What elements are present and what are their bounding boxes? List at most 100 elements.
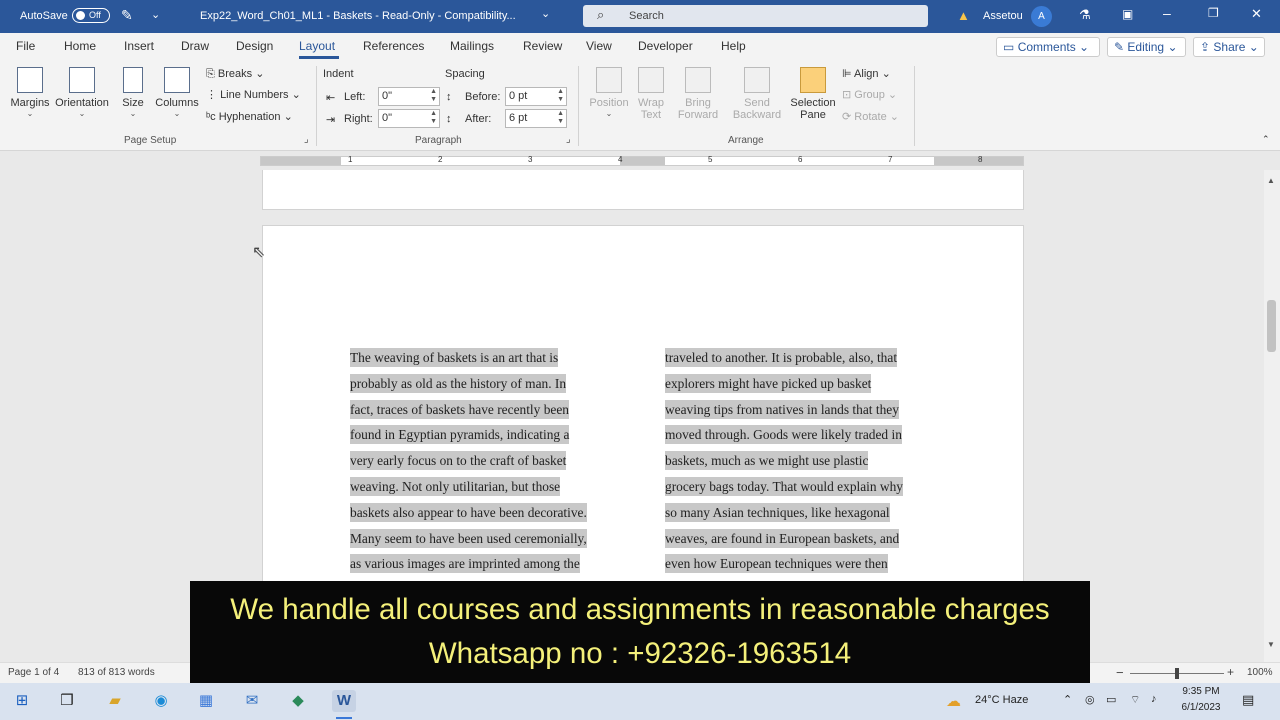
warning-icon[interactable]: ▲ [957, 8, 970, 23]
clock-date[interactable]: 6/1/2023 [1176, 702, 1226, 713]
text-line[interactable]: explorers might have picked up basket [665, 371, 903, 397]
spacing-after-input[interactable]: 6 pt ▲ ▼ [505, 109, 567, 128]
share-button[interactable]: ⇪ Share ⌄ [1193, 37, 1265, 57]
spin-arrows-icon[interactable]: ▲ ▼ [557, 110, 564, 126]
spin-arrows-icon[interactable]: ▲ ▼ [557, 88, 564, 104]
page-previous-bottom[interactable] [262, 170, 1024, 210]
hyphenation-button[interactable]: ᵇc Hyphenation ⌄ [206, 110, 293, 123]
vertical-scrollbar[interactable]: ▲ ▼ [1264, 170, 1280, 662]
page-setup-launcher-icon[interactable]: ⌟ [304, 134, 309, 145]
volume-icon[interactable]: ♪ [1151, 693, 1157, 705]
group-button[interactable]: ⊡ Group ⌄ [842, 88, 897, 101]
text-line[interactable]: baskets also appear to have been decorat… [350, 500, 587, 526]
editing-button[interactable]: ✎ Editing ⌄ [1107, 37, 1186, 57]
autosave-toggle[interactable]: Off [72, 8, 110, 23]
columns-button[interactable]: Columns ⌄ [154, 67, 200, 118]
zoom-in-button[interactable]: + [1227, 665, 1234, 679]
close-icon[interactable]: ✕ [1251, 6, 1262, 22]
scroll-thumb[interactable] [1267, 300, 1276, 352]
text-line[interactable]: so many Asian techniques, like hexagonal [665, 500, 903, 526]
spin-arrows-icon[interactable]: ▲ ▼ [430, 88, 437, 104]
zoom-slider-thumb[interactable] [1175, 668, 1179, 679]
text-line[interactable]: fact, traces of baskets have recently be… [350, 397, 587, 423]
zoom-out-button[interactable]: − [1116, 665, 1124, 680]
title-dropdown-chevron-icon[interactable]: ⌄ [541, 7, 550, 20]
line-numbers-button[interactable]: ⋮ Line Numbers ⌄ [206, 88, 301, 101]
tab-help[interactable]: Help [721, 39, 746, 53]
rotate-button[interactable]: ⟳ Rotate ⌄ [842, 110, 899, 123]
tab-developer[interactable]: Developer [638, 39, 693, 53]
indent-left-input[interactable]: 0" ▲ ▼ [378, 87, 440, 106]
orientation-button[interactable]: Orientation ⌄ [53, 67, 111, 118]
restore-icon[interactable]: ❐ [1208, 6, 1219, 20]
word-count[interactable]: 813 of 813 words [78, 667, 155, 678]
tab-review[interactable]: Review [523, 39, 562, 53]
word-icon[interactable]: W [332, 690, 356, 712]
search-box[interactable]: ⌕ Search [583, 5, 928, 27]
indent-right-input[interactable]: 0" ▲ ▼ [378, 109, 440, 128]
notifications-icon[interactable]: ▤ [1242, 692, 1254, 708]
text-line[interactable]: baskets, much as we might use plastic [665, 448, 903, 474]
edge-icon[interactable]: ◉ [149, 690, 173, 712]
text-line[interactable]: weaving. Not only utilitarian, but those [350, 474, 587, 500]
task-view-icon[interactable]: ❒ [55, 690, 79, 712]
margins-button[interactable]: Margins ⌄ [9, 67, 51, 118]
chevron-up-icon[interactable]: ⌃ [1063, 693, 1072, 706]
tab-insert[interactable]: Insert [124, 39, 154, 53]
wrap-text-button[interactable]: Wrap Text [634, 67, 668, 121]
pen-icon[interactable]: ✎ [121, 7, 133, 24]
camera-icon[interactable]: ◎ [1085, 693, 1095, 706]
position-button[interactable]: Position ⌄ [588, 67, 630, 118]
app-icon[interactable]: ◆ [286, 690, 310, 712]
tab-home[interactable]: Home [64, 39, 96, 53]
text-line[interactable]: traveled to another. It is probable, als… [665, 345, 903, 371]
collapse-ribbon-icon[interactable]: ⌃ [1262, 134, 1270, 145]
size-button[interactable]: Size ⌄ [120, 67, 146, 118]
text-column-left[interactable]: The weaving of baskets is an art that is… [350, 345, 587, 577]
weather-text[interactable]: 24°C Haze [975, 694, 1028, 706]
page-count[interactable]: Page 1 of 4 [8, 667, 59, 678]
tab-design[interactable]: Design [236, 39, 273, 53]
text-line[interactable]: moved through. Goods were likely traded … [665, 422, 903, 448]
selection-pane-button[interactable]: Selection Pane [790, 67, 836, 121]
windows-start-icon[interactable]: ⊞ [10, 690, 34, 712]
minimize-icon[interactable]: – [1163, 5, 1171, 21]
paragraph-launcher-icon[interactable]: ⌟ [566, 134, 571, 145]
text-line[interactable]: as various images are imprinted among th… [350, 551, 587, 577]
text-line[interactable]: weaving tips from natives in lands that … [665, 397, 903, 423]
customize-qat-icon[interactable]: ⌄ [151, 8, 160, 21]
file-explorer-icon[interactable]: ▰ [103, 690, 127, 712]
send-backward-button[interactable]: Send Backward [728, 67, 786, 121]
clock-time[interactable]: 9:35 PM [1176, 686, 1226, 697]
horizontal-ruler[interactable]: 1 2 3 4 5 6 7 8 [0, 151, 1280, 170]
tab-draw[interactable]: Draw [181, 39, 209, 53]
text-line[interactable]: weaves, are found in European baskets, a… [665, 526, 903, 552]
user-name[interactable]: Assetou [983, 10, 1023, 22]
text-line[interactable]: very early focus on to the craft of bask… [350, 448, 587, 474]
tab-view[interactable]: View [586, 39, 612, 53]
text-line[interactable]: Many seem to have been used ceremonially… [350, 526, 587, 552]
spin-arrows-icon[interactable]: ▲ ▼ [430, 110, 437, 126]
tab-layout[interactable]: Layout [299, 39, 335, 53]
text-line[interactable]: probably as old as the history of man. I… [350, 371, 587, 397]
tab-mailings[interactable]: Mailings [450, 39, 494, 53]
breaks-button[interactable]: ⎘ Breaks ⌄ [206, 67, 264, 81]
align-button[interactable]: ⊫ Align ⌄ [842, 67, 891, 80]
spacing-before-input[interactable]: 0 pt ▲ ▼ [505, 87, 567, 106]
scroll-up-icon[interactable]: ▲ [1267, 176, 1275, 185]
mail-icon[interactable]: ✉ [240, 690, 264, 712]
tab-references[interactable]: References [363, 39, 424, 53]
store-icon[interactable]: ▦ [194, 690, 218, 712]
bring-forward-button[interactable]: Bring Forward [672, 67, 724, 121]
text-line[interactable]: The weaving of baskets is an art that is [350, 345, 587, 371]
ribbon-display-icon[interactable]: ▣ [1122, 7, 1133, 21]
tab-file[interactable]: File [16, 39, 35, 53]
comments-button[interactable]: ▭ Comments ⌄ [996, 37, 1100, 57]
scroll-down-icon[interactable]: ▼ [1267, 640, 1275, 649]
designer-icon[interactable]: ⚗ [1079, 7, 1091, 23]
network-icon[interactable]: ⌔ [1130, 693, 1140, 707]
text-line[interactable]: grocery bags today. That would explain w… [665, 474, 903, 500]
text-column-right[interactable]: traveled to another. It is probable, als… [665, 345, 903, 577]
text-line[interactable]: even how European techniques were then [665, 551, 903, 577]
battery-icon[interactable]: ▭ [1106, 693, 1116, 706]
